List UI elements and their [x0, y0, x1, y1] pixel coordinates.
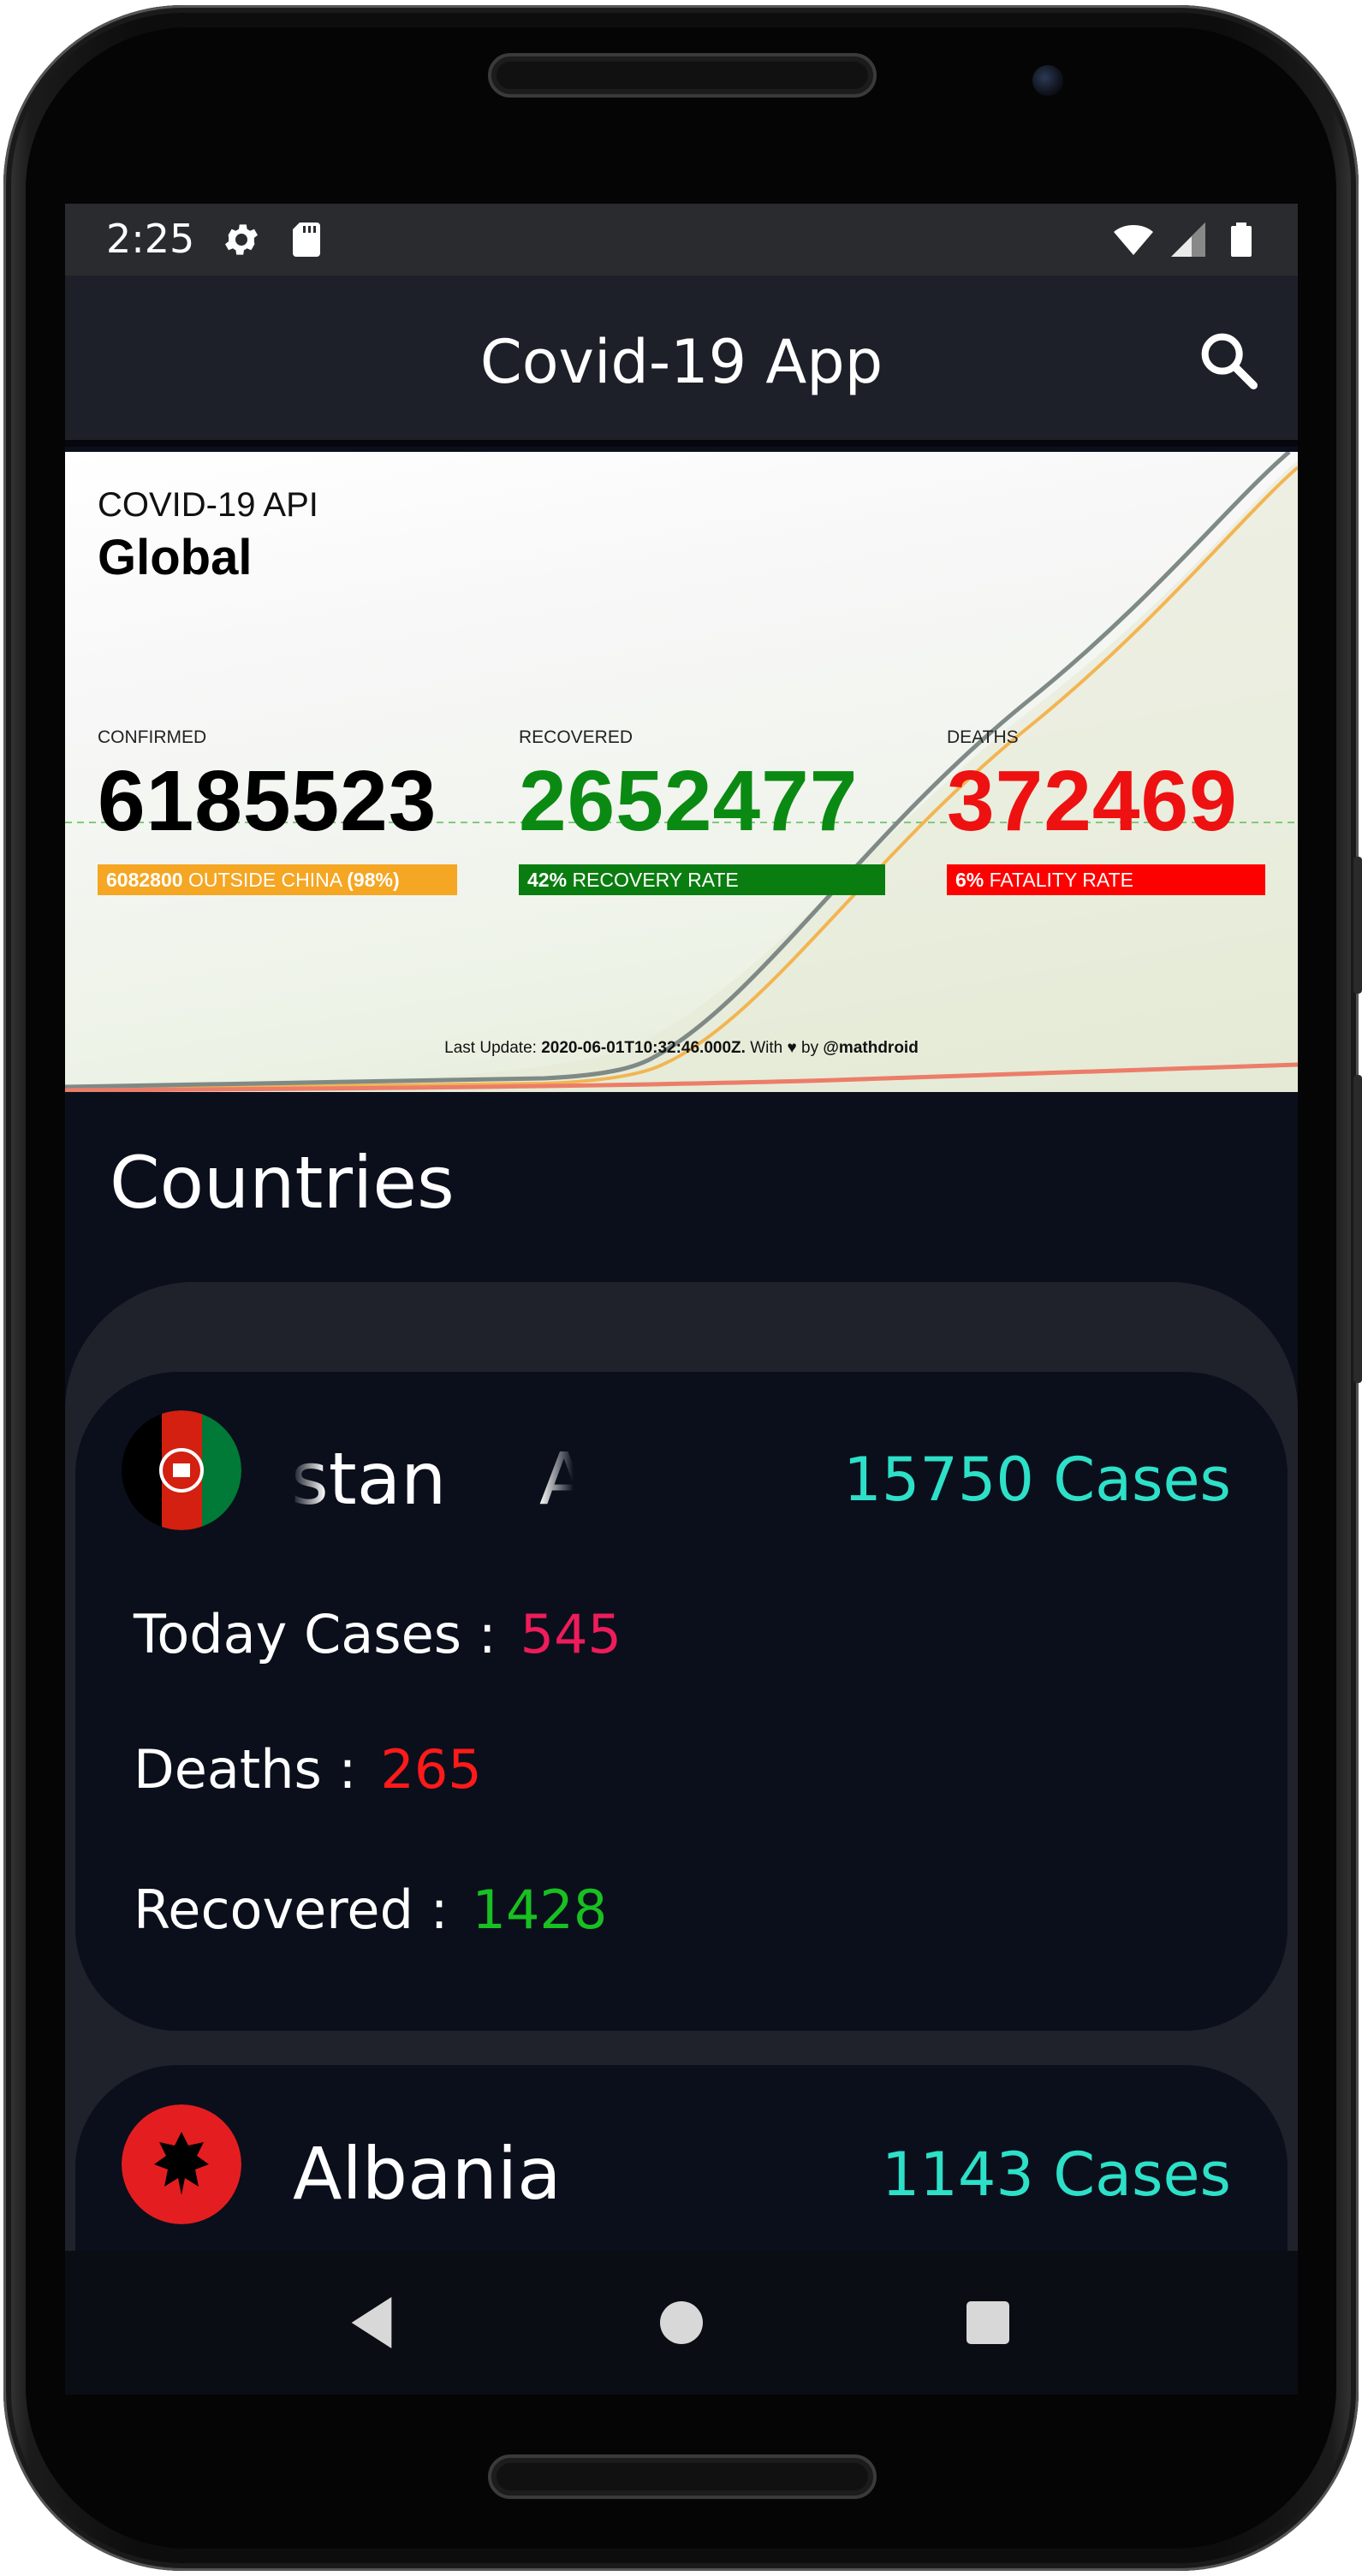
last-update: Last Update: 2020-06-01T10:32:46.000Z. W…	[65, 1039, 1298, 1058]
fatality-rate-value: 6%	[955, 869, 984, 891]
home-icon[interactable]	[647, 2288, 716, 2357]
battery-icon	[1231, 223, 1252, 257]
recovered-row: Recovered : 1428	[134, 1879, 607, 1941]
country-name-marquee: stan A	[291, 1437, 574, 1531]
app-bar: Covid-19 App	[65, 276, 1298, 447]
marquee-fade-left	[291, 1437, 325, 1531]
recovered-row-label: Recovered :	[134, 1879, 449, 1941]
recovery-rate-text: RECOVERY RATE	[572, 869, 739, 891]
global-stats-banner: COVID-19 API Global CONFIRMED 6185523 60…	[65, 452, 1298, 1092]
country-card-afghanistan[interactable]: stan A 15750 Cases Today Cases : 545 Deat…	[75, 1372, 1288, 2031]
bottom-speaker	[488, 2454, 877, 2499]
country-cases: 15750 Cases	[843, 1445, 1231, 1515]
recovered-label: RECOVERED	[519, 727, 633, 747]
volume-button	[1353, 1075, 1362, 1383]
outside-china-pct: (98%)	[347, 869, 400, 891]
confirmed-value: 6185523	[98, 753, 437, 849]
afghanistan-flag-icon	[122, 1410, 241, 1530]
recovered-sub-bar: 42% RECOVERY RATE	[519, 864, 885, 895]
deaths-sub-bar: 6% FATALITY RATE	[947, 864, 1265, 895]
earpiece-speaker	[488, 53, 877, 98]
system-nav-bar	[65, 2251, 1298, 2395]
outside-china-text: OUTSIDE CHINA	[187, 869, 342, 891]
back-icon[interactable]	[337, 2288, 406, 2357]
country-cases: 1143 Cases	[881, 2140, 1231, 2210]
last-update-by: by	[801, 1039, 819, 1057]
last-update-author: @mathdroid	[823, 1039, 919, 1057]
recovery-rate-value: 42%	[527, 869, 568, 891]
scope-label: Global	[98, 530, 253, 585]
api-label: COVID-19 API	[98, 486, 318, 524]
gear-icon	[225, 224, 258, 255]
sd-card-icon	[293, 223, 320, 257]
deaths-row-label: Deaths :	[134, 1738, 357, 1801]
screen: 2:25 Covid-19 App COVID-19 API Global CO…	[65, 204, 1298, 2395]
heart-icon: ♥	[787, 1039, 797, 1057]
today-cases-row: Today Cases : 545	[134, 1603, 622, 1665]
last-update-with: With	[750, 1039, 783, 1057]
last-update-prefix: Last Update:	[444, 1039, 537, 1057]
fatality-rate-text: FATALITY RATE	[989, 869, 1133, 891]
marquee-fade-right	[539, 1437, 574, 1531]
countries-heading: Countries	[110, 1141, 455, 1225]
today-cases-label: Today Cases :	[134, 1603, 497, 1665]
deaths-row: Deaths : 265	[134, 1738, 482, 1801]
country-name: Albania	[293, 2132, 562, 2216]
recovered-row-value: 1428	[472, 1879, 608, 1941]
outside-china-value: 6082800	[106, 869, 183, 891]
app-title: Covid-19 App	[479, 327, 883, 397]
deaths-label: DEATHS	[947, 727, 1019, 747]
signal-icon	[1171, 223, 1205, 257]
front-camera	[1032, 65, 1063, 96]
wifi-icon	[1114, 225, 1153, 255]
power-button	[1353, 857, 1362, 994]
confirmed-label: CONFIRMED	[98, 727, 207, 747]
confirmed-sub-bar: 6082800 OUTSIDE CHINA (98%)	[98, 864, 457, 895]
deaths-value: 372469	[947, 753, 1238, 849]
today-cases-value: 545	[520, 1603, 622, 1665]
albania-flag-icon	[122, 2104, 241, 2224]
search-icon[interactable]	[1195, 327, 1264, 395]
recents-icon[interactable]	[954, 2288, 1022, 2357]
last-update-time: 2020-06-01T10:32:46.000Z.	[541, 1039, 746, 1057]
deaths-row-value: 265	[380, 1738, 482, 1801]
recovered-value: 2652477	[519, 753, 859, 849]
status-time: 2:25	[106, 216, 195, 262]
status-bar: 2:25	[65, 204, 1298, 276]
